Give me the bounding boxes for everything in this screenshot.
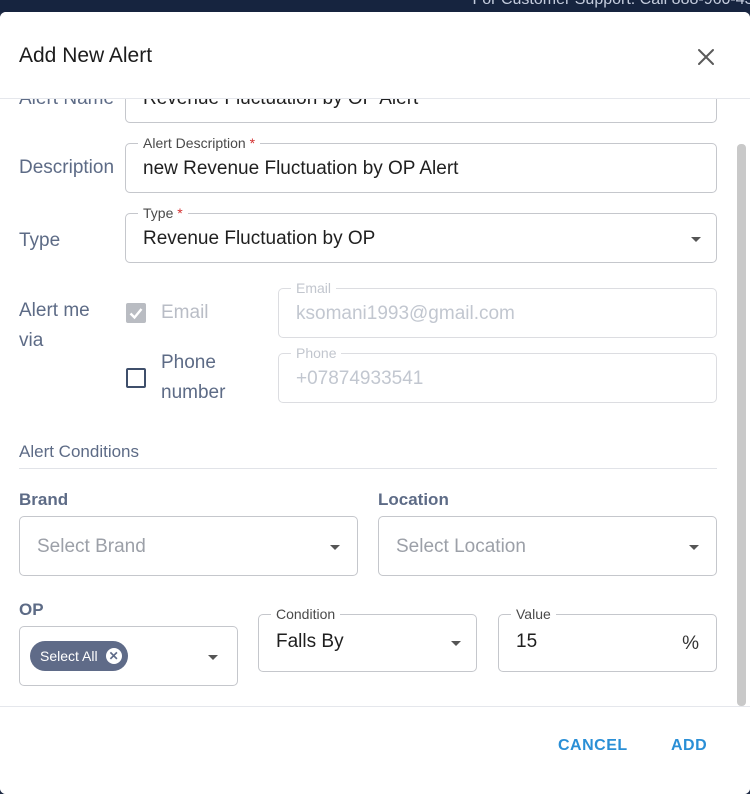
phone-option-label-line1: Phone [161,352,216,373]
close-icon [698,49,714,65]
background-banner: For Customer Support: Call 888-960-4340 … [0,0,750,12]
condition-select[interactable]: Condition Falls By [258,605,477,672]
alert-description-field[interactable]: Alert Description * new Revenue Fluctuat… [125,134,717,193]
phone-field: Phone +07874933541 [278,344,717,403]
type-legend: Type * [138,204,188,222]
close-button[interactable] [692,43,720,71]
chevron-down-icon [691,237,701,242]
alert-description-legend: Alert Description * [138,134,261,152]
alert-conditions-title: Alert Conditions [19,442,140,461]
phone-value: +07874933541 [296,368,424,389]
section-divider [19,468,717,469]
chip-label: Select All [40,648,98,664]
dialog-header: Add New Alert [0,12,750,99]
chip-remove-icon[interactable]: ✕ [105,648,122,664]
phone-checkbox[interactable] [126,368,146,388]
chevron-down-icon [208,655,218,660]
value-input[interactable]: Value 15 % [498,605,717,672]
value-legend: Value [511,605,556,623]
check-icon [129,308,143,320]
cancel-button[interactable]: CANCEL [558,737,628,755]
condition-legend: Condition [271,605,341,623]
alert-description-value: new Revenue Fluctuation by OP Alert [143,158,459,179]
type-label: Type [19,230,61,251]
chevron-down-icon [330,545,340,550]
dialog-footer: CANCEL ADD [0,706,750,794]
email-checkbox[interactable] [126,303,146,323]
scrollbar[interactable] [737,144,746,706]
type-select[interactable]: Type * Revenue Fluctuation by OP [125,204,717,263]
type-value: Revenue Fluctuation by OP [143,228,376,249]
location-placeholder: Select Location [396,536,526,557]
brand-label: Brand [19,490,69,509]
chevron-down-icon [689,545,699,550]
phone-legend: Phone [291,344,342,362]
location-label: Location [378,490,449,509]
value-text: 15 [516,631,538,652]
brand-placeholder: Select Brand [37,536,146,557]
phone-option-label-line2: number [161,382,226,403]
alert-via-label-line2: via [19,330,44,351]
percent-unit: % [682,633,699,654]
support-banner-text: For Customer Support: Call 888-960-4340 … [473,0,750,9]
op-select[interactable]: Select All ✕ [19,626,238,686]
alert-via-label-line1: Alert me [19,300,90,321]
condition-value: Falls By [276,631,344,652]
add-alert-dialog: Alert Name Revenue Fluctuation by OP Ale… [0,12,750,794]
dialog-content: Alert Name Revenue Fluctuation by OP Ale… [0,12,750,706]
email-option-label: Email [161,302,209,323]
select-all-chip[interactable]: Select All ✕ [30,641,128,671]
brand-select[interactable]: Select Brand [19,516,358,576]
chevron-down-icon [451,641,461,646]
add-button[interactable]: ADD [671,737,707,755]
dialog-title: Add New Alert [19,44,153,67]
description-label: Description [19,157,115,178]
email-legend: Email [291,279,337,297]
location-select[interactable]: Select Location [378,516,717,576]
op-label: OP [19,600,44,619]
email-field: Email ksomani1993@gmail.com [278,279,717,338]
email-value: ksomani1993@gmail.com [296,303,515,324]
